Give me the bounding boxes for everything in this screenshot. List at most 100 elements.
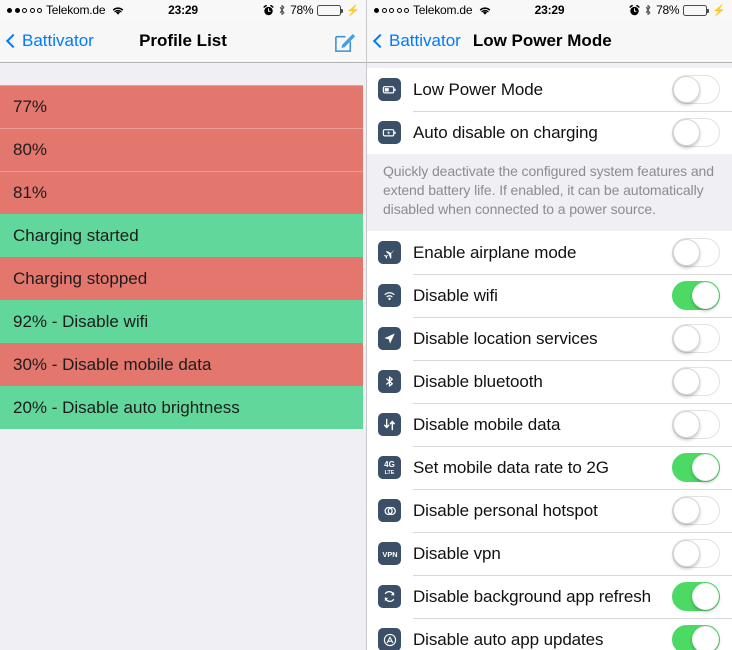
toggle-disable-background-app-refresh[interactable]	[672, 582, 720, 611]
toggle-low-power-mode[interactable]	[672, 75, 720, 104]
carrier-name: Telekom.de	[413, 3, 473, 17]
refresh-arrows-icon	[378, 585, 401, 608]
profile-label: 81%	[13, 182, 48, 202]
compose-edit-icon	[333, 29, 358, 54]
bluetooth-icon	[278, 4, 286, 16]
profile-list: 77% 80% 81% Charging started Charging st…	[0, 85, 363, 429]
bluetooth-icon	[378, 370, 401, 393]
lightning-bolt-icon: ⚡	[712, 4, 726, 17]
toggle-disable-personal-hotspot[interactable]	[672, 496, 720, 525]
location-arrow-icon	[378, 327, 401, 350]
toggle-set-mobile-data-rate-2g[interactable]	[672, 453, 720, 482]
profile-label: 92% - Disable wifi	[13, 311, 149, 331]
back-button[interactable]: Battivator	[5, 31, 94, 51]
list-item[interactable]: 30% - Disable mobile data	[0, 343, 363, 386]
signal-strength-dots	[7, 7, 42, 13]
profile-label: 20% - Disable auto brightness	[13, 397, 240, 417]
setting-row-low-power-mode[interactable]: Low Power Mode	[367, 68, 732, 111]
lightning-bolt-icon: ⚡	[346, 4, 360, 17]
list-item[interactable]: 81%	[0, 171, 363, 214]
list-item[interactable]: Charging stopped	[0, 257, 363, 300]
setting-label: Disable location services	[413, 328, 598, 348]
dual-screenshot: Telekom.de 23:29 78% ⚡ Battivator Profil…	[0, 0, 732, 650]
list-item[interactable]: 20% - Disable auto brightness	[0, 386, 363, 429]
setting-label: Disable wifi	[413, 285, 498, 305]
battery-percent: 78%	[290, 3, 314, 17]
back-button[interactable]: Battivator	[372, 31, 461, 51]
status-bar-left-group: Telekom.de	[7, 3, 125, 17]
alarm-clock-icon	[629, 4, 640, 16]
nav-bar-left: Battivator Profile List	[0, 20, 366, 63]
screen-profile-list: Telekom.de 23:29 78% ⚡ Battivator Profil…	[0, 0, 366, 650]
status-bar-left-group: Telekom.de	[374, 3, 492, 17]
group-footnote: Quickly deactivate the configured system…	[367, 154, 732, 231]
page-title: Low Power Mode	[472, 31, 612, 50]
status-bar-right-group: 78% ⚡	[263, 3, 360, 17]
svg-text:VPN: VPN	[382, 550, 397, 559]
battery-percent: 78%	[656, 3, 680, 17]
setting-row-disable-mobile-data[interactable]: Disable mobile data	[367, 403, 732, 446]
toggle-disable-auto-app-updates[interactable]	[672, 625, 720, 650]
hotspot-link-icon	[378, 499, 401, 522]
setting-row-disable-vpn[interactable]: VPN Disable vpn	[367, 532, 732, 575]
4g-lte-icon: 4G LTE	[378, 456, 401, 479]
list-item[interactable]: 77%	[0, 85, 363, 128]
setting-label: Auto disable on charging	[413, 122, 598, 142]
wifi-icon	[378, 284, 401, 307]
battery-icon	[378, 78, 401, 101]
alarm-clock-icon	[263, 4, 274, 16]
status-bar-right: Telekom.de 23:29 78% ⚡	[367, 0, 732, 20]
list-top-spacer	[0, 63, 366, 85]
app-store-icon	[378, 628, 401, 650]
setting-row-disable-bluetooth[interactable]: Disable bluetooth	[367, 360, 732, 403]
profile-label: Charging stopped	[13, 268, 148, 288]
battery-icon	[683, 4, 710, 16]
status-bar-left: Telekom.de 23:29 78% ⚡	[0, 0, 366, 20]
toggle-disable-vpn[interactable]	[672, 539, 720, 568]
toggle-disable-bluetooth[interactable]	[672, 367, 720, 396]
toggle-disable-mobile-data[interactable]	[672, 410, 720, 439]
toggle-enable-airplane-mode[interactable]	[672, 238, 720, 267]
setting-row-enable-airplane-mode[interactable]: Enable airplane mode	[367, 231, 732, 274]
svg-text:4G: 4G	[384, 460, 395, 469]
nav-bar-right: Battivator Low Power Mode	[367, 20, 732, 63]
toggle-disable-wifi[interactable]	[672, 281, 720, 310]
setting-label: Disable mobile data	[413, 414, 561, 434]
setting-label: Disable bluetooth	[413, 371, 543, 391]
list-item[interactable]: Charging started	[0, 214, 363, 257]
setting-label: Disable personal hotspot	[413, 500, 598, 520]
mobile-data-arrows-icon	[378, 413, 401, 436]
list-item[interactable]: 92% - Disable wifi	[0, 300, 363, 343]
setting-row-auto-disable-on-charging[interactable]: Auto disable on charging	[367, 111, 732, 154]
profile-label: Charging started	[13, 225, 139, 245]
setting-row-set-mobile-data-rate-2g[interactable]: 4G LTE Set mobile data rate to 2G	[367, 446, 732, 489]
bluetooth-icon	[644, 4, 652, 16]
carrier-name: Telekom.de	[46, 3, 106, 17]
compose-edit-button[interactable]	[333, 29, 358, 54]
profile-label: 80%	[13, 139, 48, 159]
setting-label: Disable vpn	[413, 543, 501, 563]
setting-label: Disable background app refresh	[413, 586, 651, 606]
back-button-label: Battivator	[389, 31, 461, 50]
setting-label: Enable airplane mode	[413, 242, 577, 262]
wifi-icon	[478, 5, 492, 16]
setting-row-disable-personal-hotspot[interactable]: Disable personal hotspot	[367, 489, 732, 532]
signal-strength-dots	[374, 7, 409, 13]
setting-row-disable-auto-app-updates[interactable]: Disable auto app updates	[367, 618, 732, 650]
setting-label: Set mobile data rate to 2G	[413, 457, 609, 477]
settings-group-features: Enable airplane mode Disable wifi Disabl…	[367, 231, 732, 650]
svg-text:LTE: LTE	[385, 470, 395, 476]
setting-label: Low Power Mode	[413, 79, 543, 99]
toggle-auto-disable-on-charging[interactable]	[672, 118, 720, 147]
list-item[interactable]: 80%	[0, 128, 363, 171]
status-bar-right-group: 78% ⚡	[629, 3, 726, 17]
setting-row-disable-wifi[interactable]: Disable wifi	[367, 274, 732, 317]
settings-scroll-area[interactable]: Low Power Mode Auto disable on charging	[367, 63, 732, 650]
screen-low-power-mode: Telekom.de 23:29 78% ⚡ Battivator Low Po…	[366, 0, 732, 650]
setting-label: Disable auto app updates	[413, 629, 604, 649]
setting-row-disable-location-services[interactable]: Disable location services	[367, 317, 732, 360]
chevron-left-icon	[5, 33, 21, 49]
setting-row-disable-background-app-refresh[interactable]: Disable background app refresh	[367, 575, 732, 618]
toggle-disable-location-services[interactable]	[672, 324, 720, 353]
battery-icon	[317, 4, 344, 16]
